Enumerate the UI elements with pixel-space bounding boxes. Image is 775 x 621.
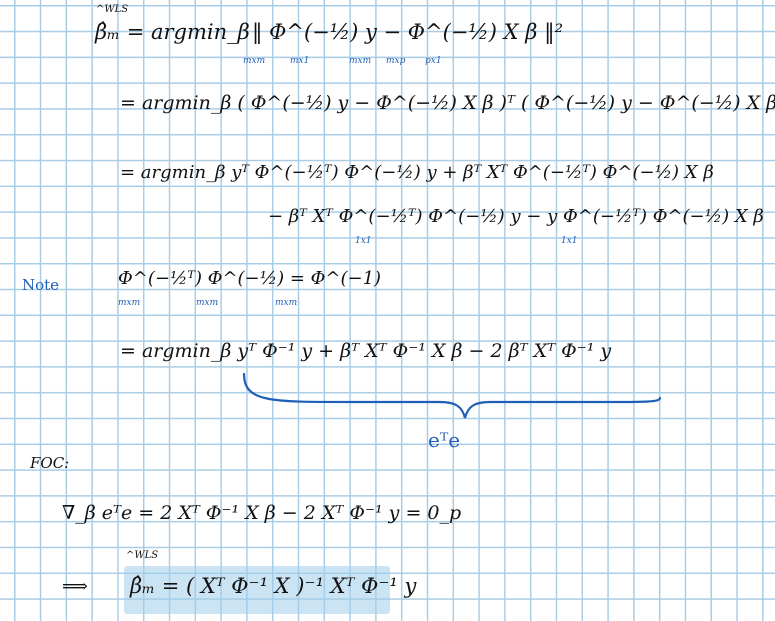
- note-expression: Φ^(−½ᵀ) Φ^(−½) = Φ^(−1): [118, 268, 382, 289]
- brace-label: eᵀe: [428, 428, 461, 452]
- dim-label: mxm: [349, 56, 372, 66]
- line1-expression: ‖ Φ^(−½) y − Φ^(−½) X β ‖²: [252, 20, 563, 44]
- dim-label: mxm: [196, 298, 219, 308]
- wls-superscript: ^WLS: [126, 550, 159, 561]
- line2-expression: = argmin_β ( Φ^(−½) y − Φ^(−½) X β )ᵀ ( …: [120, 92, 775, 114]
- dim-label: mxm: [275, 298, 298, 308]
- implies-arrow: ⟹: [62, 576, 88, 597]
- dim-label: mx1: [290, 56, 310, 66]
- dim-label: mxm: [243, 56, 266, 66]
- foc-label: FOC:: [30, 454, 70, 472]
- line4-expression: − βᵀ Xᵀ Φ^(−½ᵀ) Φ^(−½) y − y Φ^(−½ᵀ) Φ^(…: [268, 206, 764, 227]
- note-label: Note: [22, 276, 60, 294]
- dim-label: mxm: [118, 298, 141, 308]
- result-expression: β̂ₘ = ( Xᵀ Φ⁻¹ X )⁻¹ Xᵀ Φ⁻¹ y: [130, 574, 417, 598]
- dim-label: 1x1: [561, 236, 578, 246]
- wls-superscript: ^WLS: [96, 4, 129, 15]
- dim-label: 1x1: [355, 236, 372, 246]
- line3-expression: = argmin_β yᵀ Φ^(−½ᵀ) Φ^(−½) y + βᵀ Xᵀ Φ…: [120, 162, 714, 183]
- foc-expression: ∇_β eᵀe = 2 Xᵀ Φ⁻¹ X β − 2 Xᵀ Φ⁻¹ y = 0_…: [62, 502, 462, 524]
- line1-label: β̂ₘ = argmin_β: [95, 20, 250, 44]
- dim-label: px1: [425, 56, 442, 66]
- underbrace-icon: [242, 372, 662, 419]
- dim-label: mxp: [386, 56, 406, 66]
- line5-expression: = argmin_β yᵀ Φ⁻¹ y + βᵀ Xᵀ Φ⁻¹ X β − 2 …: [120, 340, 612, 362]
